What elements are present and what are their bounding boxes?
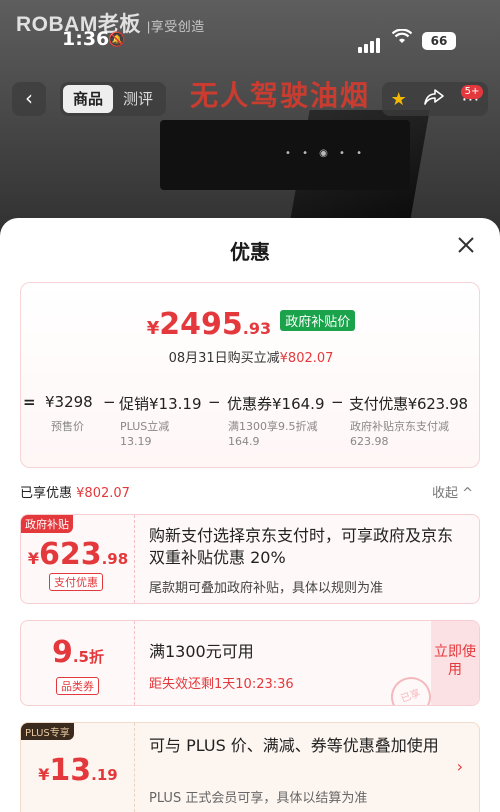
coupon-value-area: 政府补贴 ¥623.98 支付优惠 <box>21 515 135 603</box>
use-now-button[interactable]: 立即使用 <box>431 621 479 705</box>
status-time: 1:36 <box>62 28 110 50</box>
back-button[interactable]: ‹ <box>12 82 46 116</box>
wifi-icon <box>391 28 413 50</box>
status-bar: 1:36 🔕 66 <box>0 28 500 56</box>
more-menu-icon[interactable]: ⋯ 5+ <box>460 84 484 110</box>
coupon-category[interactable]: 9.5折 品类券 满1300元可用 距失效还剩1天10:23:36 已享 立即使… <box>20 620 480 706</box>
share-icon[interactable] <box>424 88 444 111</box>
notification-badge: 5+ <box>460 84 484 99</box>
favorite-star-icon[interactable]: ★ <box>391 89 407 110</box>
collapse-toggle[interactable]: 收起 ^ <box>432 482 473 501</box>
nav-actions: ★ ⋯ 5+ <box>382 82 488 116</box>
coupon-title: 购新支付选择京东支付时，可享政府及京东双重补贴优惠 20% <box>149 526 454 567</box>
coupon-value-area: PLUS专享 ¥13.19 <box>21 723 135 812</box>
coupon-subtype: 支付优惠 <box>49 573 103 591</box>
payment-discount: 支付优惠¥623.98 <box>349 395 468 413</box>
enjoyed-discount: 已享优惠 ¥802.07 <box>20 486 130 501</box>
chevron-right-icon: › <box>456 757 463 776</box>
coupon-gov-subsidy[interactable]: 政府补贴 ¥623.98 支付优惠 购新支付选择京东支付时，可享政府及京东双重补… <box>20 514 480 604</box>
coupon-plus[interactable]: PLUS专享 ¥13.19 可与 PLUS 价、满减、券等优惠叠加使用 PLUS… <box>20 722 480 812</box>
used-stamp: 已享 <box>385 671 437 705</box>
final-price: ¥2495.93 政府补贴价 <box>21 307 481 342</box>
promo-banner-text: 无人驾驶油烟 <box>190 79 371 112</box>
close-button[interactable] <box>452 232 480 260</box>
sheet-title: 优惠 <box>230 240 270 264</box>
coupon-countdown: 距失效还剩1天10:23:36 <box>149 677 294 692</box>
gov-subsidy-price-tag: 政府补贴价 <box>280 310 356 331</box>
presale-price: ¥3298 <box>45 393 93 411</box>
close-icon <box>458 237 474 253</box>
purchase-date-discount: 08月31日购买立减¥802.07 <box>168 351 334 366</box>
coupon-value-area: 9.5折 品类券 <box>21 621 135 705</box>
cellular-signal-icon <box>358 34 382 53</box>
coupon-tag: 政府补贴 <box>21 515 73 533</box>
tab-product[interactable]: 商品 <box>63 85 114 113</box>
coupon-subtype: 品类券 <box>56 677 99 695</box>
mute-bell-icon: 🔕 <box>108 32 126 48</box>
plus-exclusive-tag: PLUS专享 <box>21 723 74 740</box>
coupon-amount: ¥623.98 <box>27 537 129 572</box>
coupon-title: 满1300元可用 <box>149 642 254 661</box>
coupon-desc: PLUS 正式会员可享，具体以结算为准 <box>149 791 368 806</box>
coupon-desc: 尾款期可叠加政府补贴，具体以规则为准 <box>149 581 384 596</box>
product-tabs: 商品 测评 <box>60 82 167 116</box>
coupon-title: 可与 PLUS 价、满减、券等优惠叠加使用 <box>149 736 439 755</box>
chevron-left-icon: ‹ <box>25 86 33 110</box>
promo-discount: 促销¥13.19 <box>119 395 202 413</box>
tab-review[interactable]: 测评 <box>113 85 163 113</box>
final-price-card: ¥2495.93 政府补贴价 08月31日购买立减¥802.07 = ¥3298… <box>20 282 480 468</box>
coupon-amount: 9.5折 <box>51 635 104 670</box>
battery-indicator: 66 <box>422 32 456 50</box>
coupon-discount: 优惠券¥164.9 <box>227 395 325 413</box>
product-control-dots: • • ◉ • • <box>285 148 367 159</box>
discount-sheet: 优惠 ¥2495.93 政府补贴价 08月31日购买立减¥802.07 = ¥3… <box>0 218 500 812</box>
coupon-amount: ¥13.19 <box>38 753 118 788</box>
